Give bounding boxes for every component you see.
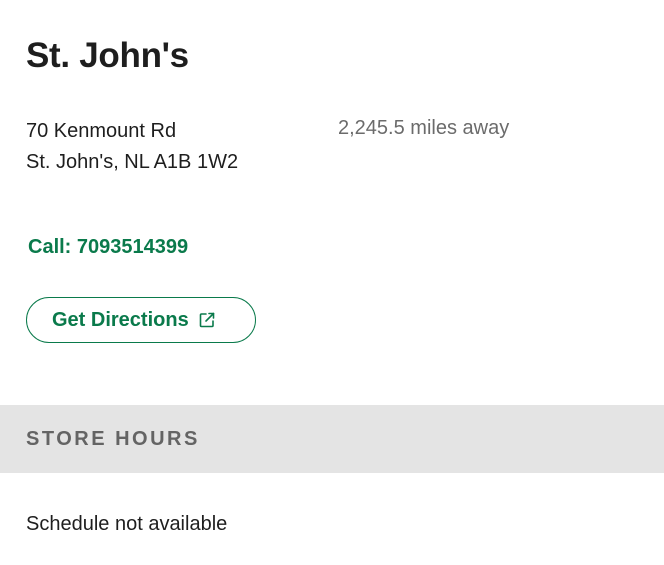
store-hours-heading: STORE HOURS [26, 428, 200, 450]
get-directions-button[interactable]: Get Directions [26, 297, 256, 343]
store-hours-section: STORE HOURS [0, 405, 664, 473]
store-address: 70 Kenmount Rd St. John's, NL A1B 1W2 [26, 116, 238, 178]
schedule-status: Schedule not available [26, 513, 228, 535]
store-distance: 2,245.5 miles away [338, 117, 510, 139]
address-line-2: St. John's, NL A1B 1W2 [26, 151, 239, 173]
store-name: St. John's [26, 36, 189, 75]
get-directions-label: Get Directions [52, 308, 189, 331]
call-store-link[interactable]: Call: 7093514399 [28, 235, 188, 260]
address-line-1: 70 Kenmount Rd [26, 120, 177, 142]
external-link-icon [198, 311, 216, 329]
